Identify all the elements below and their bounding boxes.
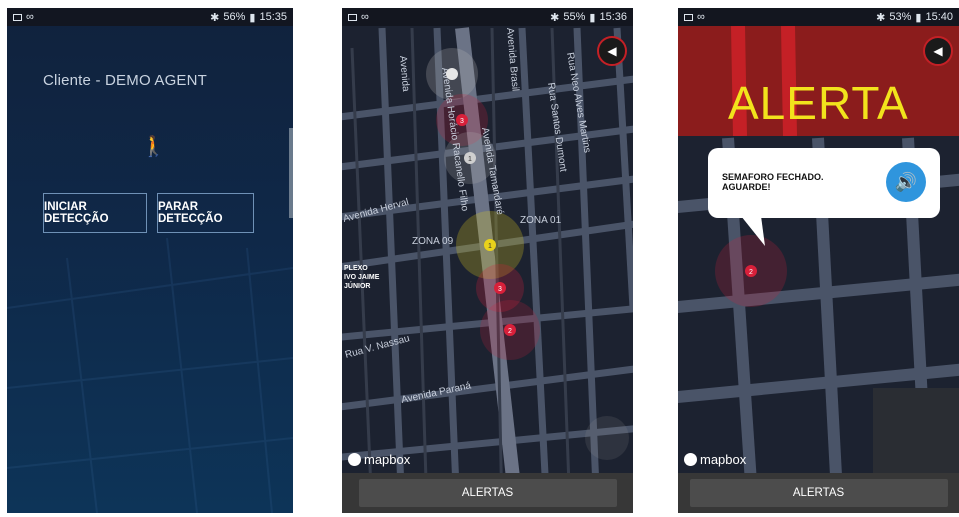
svg-text:ZONA 01: ZONA 01	[520, 215, 562, 226]
screen-map: ∞ ✱ 55% ▮ 15:36 Avenida Avenida Brasil Rua …	[342, 8, 633, 513]
battery-percent: 53%	[889, 11, 912, 23]
client-title: Cliente - DEMO AGENT	[43, 72, 208, 89]
svg-text:JÚNIOR: JÚNIOR	[344, 281, 370, 290]
battery-percent: 55%	[563, 11, 586, 23]
status-bar: ∞ ✱ 56% ▮ 15:35	[7, 8, 293, 26]
svg-text:1: 1	[468, 156, 472, 163]
gallery-icon	[684, 13, 693, 21]
compass-icon[interactable]: ◀	[923, 36, 953, 66]
status-bar: ∞ ✱ 53% ▮ 15:40	[678, 8, 959, 26]
alerts-button[interactable]: ALERTAS	[358, 479, 617, 507]
pedestrian-crossing-icon: 🚶	[141, 136, 166, 158]
battery-icon: ▮	[589, 11, 596, 24]
clock: 15:40	[925, 11, 953, 23]
mapbox-logo: mapbox	[348, 452, 410, 467]
clock: 15:36	[599, 11, 627, 23]
battery-icon: ▮	[915, 11, 922, 24]
svg-text:PLEXO: PLEXO	[344, 265, 368, 272]
mapbox-icon	[684, 453, 697, 466]
battery-icon: ▮	[249, 11, 256, 24]
alerts-button[interactable]: ALERTAS	[689, 479, 948, 507]
scroll-handle[interactable]	[289, 128, 293, 218]
alert-message-bubble: SEMAFORO FECHADO. AGUARDE! 🔊	[708, 148, 940, 218]
voicemail-icon: ∞	[361, 11, 369, 23]
mapbox-logo: mapbox	[684, 452, 746, 467]
compass-icon[interactable]: ◀	[597, 36, 627, 66]
clock: 15:35	[259, 11, 287, 23]
bluetooth-icon: ✱	[210, 11, 220, 24]
city-map[interactable]: Avenida Avenida Brasil Rua Neo Alves Mar…	[342, 8, 633, 513]
gallery-icon	[13, 13, 22, 21]
svg-text:ZONA 09: ZONA 09	[412, 236, 454, 247]
screen-alert: ∞ ✱ 53% ▮ 15:40 2 ALERTA ◀ SEMAFORO FECHADO…	[678, 8, 959, 513]
bluetooth-icon: ✱	[876, 11, 886, 24]
status-bar: ∞ ✱ 55% ▮ 15:36	[342, 8, 633, 26]
voicemail-icon: ∞	[26, 11, 34, 23]
svg-text:IVO JAIME: IVO JAIME	[344, 274, 380, 281]
svg-text:3: 3	[460, 118, 464, 125]
message-line2: AGUARDE!	[722, 182, 771, 192]
bottom-bar: ALERTAS	[678, 473, 959, 513]
mapbox-text: mapbox	[700, 452, 747, 467]
message-line1: SEMAFORO FECHADO.	[722, 172, 824, 182]
speaker-icon[interactable]: 🔊	[886, 162, 926, 202]
stop-detection-button[interactable]: PARAR DETECÇÃO	[157, 193, 254, 233]
voicemail-icon: ∞	[697, 11, 705, 23]
svg-text:1: 1	[488, 243, 492, 250]
mapbox-icon	[348, 453, 361, 466]
bluetooth-icon: ✱	[550, 11, 560, 24]
svg-text:2: 2	[508, 328, 512, 335]
battery-percent: 56%	[223, 11, 246, 23]
mapbox-text: mapbox	[364, 452, 411, 467]
alert-title: ALERTA	[728, 77, 909, 129]
screen-detection-home: ∞ ✱ 56% ▮ 15:35 Cliente - DEMO AGENT 🚶 INIC…	[7, 8, 293, 513]
bottom-bar: ALERTAS	[342, 473, 633, 513]
gallery-icon	[348, 13, 357, 21]
svg-text:2: 2	[749, 269, 753, 276]
alert-banner: ALERTA	[678, 26, 959, 136]
start-detection-button[interactable]: INICIAR DETECÇÃO	[43, 193, 147, 233]
svg-text:3: 3	[498, 286, 502, 293]
